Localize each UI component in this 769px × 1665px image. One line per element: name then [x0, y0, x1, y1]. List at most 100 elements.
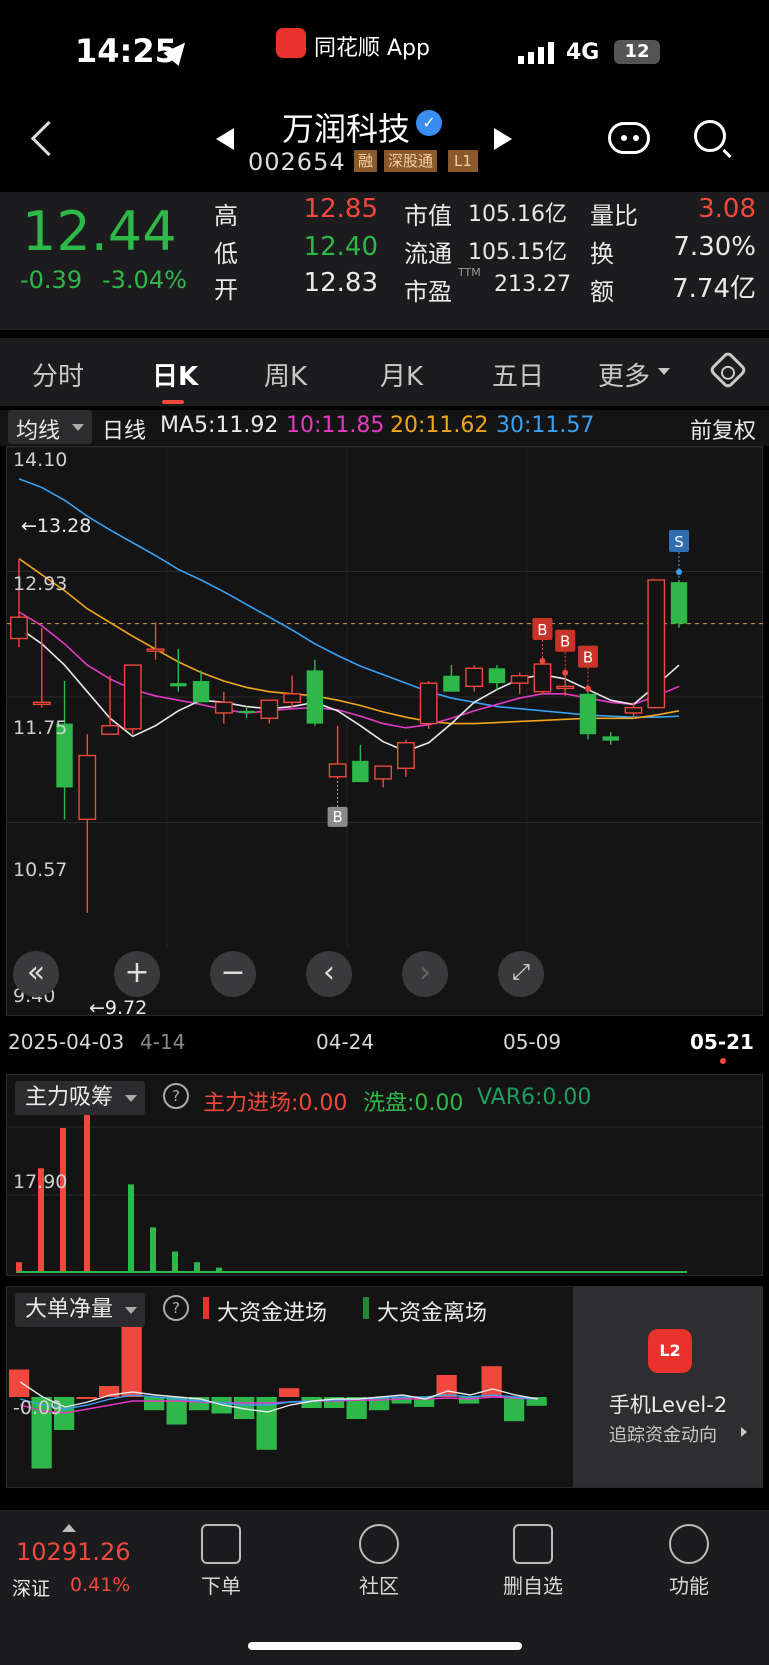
ddjl-dropdown[interactable]: 大单净量: [15, 1293, 145, 1327]
robot-icon[interactable]: [608, 122, 650, 154]
candle-body: [192, 681, 210, 703]
current-price: 12.44: [22, 200, 177, 263]
open-label: 开: [214, 276, 238, 304]
max-marker: ←13.28: [21, 515, 92, 537]
nav-remove-watchlist[interactable]: 删自选: [478, 1524, 588, 1599]
tab-more[interactable]: 更多: [598, 356, 650, 393]
pe-value: 213.27: [494, 272, 571, 297]
settings-icon[interactable]: [708, 350, 748, 390]
signal-icon: [518, 40, 556, 64]
candle-body: [647, 579, 666, 709]
x-label-3: 04-24: [316, 1030, 375, 1054]
collapse-button[interactable]: «: [13, 951, 59, 997]
scroll-right-button[interactable]: ›: [402, 951, 448, 997]
low-label: 低: [214, 240, 238, 268]
level2-title: 手机Level-2: [608, 1393, 728, 1417]
back-button[interactable]: [30, 120, 67, 157]
candle-body: [260, 699, 279, 719]
chevron-down-icon: [125, 1307, 137, 1314]
network-type: 4G: [566, 40, 600, 65]
zoom-in-button[interactable]: +: [114, 951, 160, 997]
candle: [397, 739, 415, 777]
kline-chart[interactable]: BBBBS: [7, 447, 764, 1017]
legend-out-swatch: [363, 1297, 369, 1319]
tag-connect: 深股通: [384, 150, 438, 172]
y-label-3: 11.75: [13, 717, 68, 739]
candle-body: [283, 693, 301, 704]
buy-signal: B: [555, 629, 576, 676]
level2-subtitle: 追踪资金动向: [609, 1425, 717, 1446]
candle-body: [78, 754, 97, 821]
candle-body: [328, 763, 347, 778]
fullscreen-button[interactable]: ⤢: [498, 951, 544, 997]
candle-body: [556, 685, 575, 690]
amt-value: 7.74亿: [672, 274, 756, 304]
verified-icon: ✓: [416, 110, 442, 136]
tab-daily-k[interactable]: 日K: [152, 356, 198, 393]
candle-body: [32, 701, 51, 706]
x-axis: 2025-04-03 4-14 04-24 05-09 05-21: [0, 1018, 769, 1068]
nav-community-label: 社区: [359, 1574, 399, 1598]
tab-timeshare[interactable]: 分时: [32, 356, 84, 393]
min-marker: ←9.72: [89, 997, 148, 1019]
ddjl-bar: [144, 1397, 165, 1411]
index-name: 深证: [12, 1578, 51, 1600]
level2-badge: L2: [659, 1341, 681, 1360]
signal-dot: [584, 685, 591, 692]
candle-body: [533, 663, 552, 693]
candle-body: [670, 582, 688, 624]
index-pct: 0.41%: [70, 1574, 131, 1596]
y-label-top: 14.10: [13, 449, 68, 471]
next-stock-button[interactable]: [494, 128, 512, 150]
tag-level: L1: [448, 150, 478, 172]
candle: [510, 672, 529, 694]
tab-weekly-k[interactable]: 周K: [264, 356, 307, 393]
index-up-icon: [62, 1524, 76, 1532]
ma10-value: 10:11.85: [286, 413, 385, 438]
ma30-line: [18, 478, 680, 719]
nav-functions[interactable]: 功能: [634, 1524, 744, 1599]
price-change-pct: -3.04%: [102, 266, 187, 294]
zoom-out-button[interactable]: −: [210, 951, 256, 997]
search-icon[interactable]: [694, 120, 726, 152]
buy-signal: B: [577, 645, 598, 692]
candle: [579, 691, 597, 740]
scroll-left-button[interactable]: ‹: [306, 951, 352, 997]
help-icon[interactable]: ?: [163, 1295, 189, 1321]
index-value[interactable]: 10291.26: [16, 1538, 131, 1566]
candle: [214, 691, 233, 724]
nav-order[interactable]: 下单: [166, 1524, 276, 1599]
x-label-2: 4-14: [140, 1030, 186, 1054]
legend-in: 大资金进场: [217, 1301, 328, 1326]
candle-body: [214, 701, 233, 714]
stock-name: 万润科技: [282, 110, 411, 148]
quote-panel: 12.44 -0.39 -3.04% 高 低 开 12.85 12.40 12.…: [0, 192, 769, 330]
tab-monthly-k[interactable]: 月K: [380, 356, 423, 393]
tab-five-day[interactable]: 五日: [492, 356, 544, 393]
adjust-button[interactable]: 前复权: [690, 413, 756, 445]
ddjl-bar: [9, 1369, 30, 1397]
ddjl-bar: [121, 1325, 142, 1397]
candle-body: [579, 693, 597, 735]
signal-label: S: [674, 533, 684, 551]
level2-promo[interactable]: L2 手机Level-2 追踪资金动向: [573, 1287, 763, 1487]
signal-label: B: [537, 621, 547, 639]
candle: [170, 649, 187, 692]
ma5-value: MA5:11.92: [160, 413, 279, 438]
nav-order-label: 下单: [201, 1574, 241, 1598]
ma-dropdown[interactable]: 均线: [8, 410, 92, 444]
candle-body: [306, 670, 324, 724]
y-label-2: 12.93: [13, 573, 68, 595]
zlxc-dropdown[interactable]: 主力吸筹: [15, 1081, 145, 1115]
candle: [533, 663, 552, 694]
app-logo-icon: [276, 28, 306, 58]
candle-body: [488, 668, 506, 684]
candle: [123, 664, 142, 735]
nav-community[interactable]: 社区: [324, 1524, 434, 1599]
x-label-end: 05-21: [690, 1030, 754, 1054]
turn-label: 换: [590, 240, 614, 268]
help-icon[interactable]: ?: [163, 1083, 189, 1109]
signal-label: B: [332, 808, 342, 826]
signal-label: B: [560, 633, 570, 651]
prev-stock-button[interactable]: [216, 128, 234, 150]
